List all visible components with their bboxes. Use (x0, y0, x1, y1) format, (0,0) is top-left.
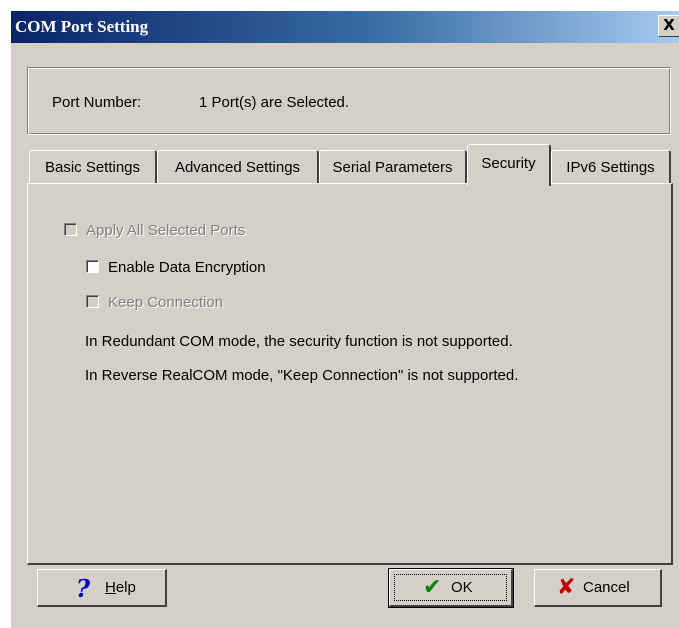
tab-label: IPv6 Settings (566, 159, 655, 176)
tab-basic-settings[interactable]: Basic Settings (29, 150, 157, 184)
checkbox-box[interactable] (86, 260, 99, 273)
com-port-setting-dialog: COM Port Setting X Port Number: 1 Port(s… (10, 10, 679, 628)
ok-button[interactable]: ✔ OK (388, 568, 514, 608)
port-number-label: Port Number: (52, 94, 142, 111)
port-number-group: Port Number: 1 Port(s) are Selected. (27, 67, 671, 135)
tab-label: Basic Settings (44, 159, 141, 176)
help-button[interactable]: ? Help (37, 569, 167, 607)
tab-label: Security (481, 155, 536, 172)
tab-advanced-settings[interactable]: Advanced Settings (157, 150, 319, 184)
cross-icon: ✘ (557, 575, 576, 600)
help-mnemonic: H (105, 579, 116, 596)
checkbox-box[interactable] (86, 295, 99, 308)
redundant-com-note: In Redundant COM mode, the security func… (85, 333, 513, 350)
ok-button-label: OK (451, 579, 473, 596)
help-button-label: Help (105, 579, 136, 596)
reverse-realcom-note: In Reverse RealCOM mode, "Keep Connectio… (85, 367, 519, 384)
security-tab-panel: Apply All Selected Ports Enable Data Enc… (27, 183, 673, 565)
title-bar[interactable]: COM Port Setting X (11, 11, 679, 43)
close-icon: X (663, 16, 675, 34)
port-number-value: 1 Port(s) are Selected. (199, 94, 350, 111)
checkbox-label: Enable Data Encryption (108, 259, 266, 276)
window-title: COM Port Setting (15, 17, 149, 36)
checkmark-icon: ✔ (423, 575, 442, 600)
tab-ipv6-settings[interactable]: IPv6 Settings (551, 150, 671, 184)
cancel-button[interactable]: ✘ Cancel (534, 569, 662, 607)
tab-security[interactable]: Security (467, 144, 551, 186)
tab-label: Advanced Settings (174, 159, 301, 176)
checkbox-label: Keep Connection (108, 294, 224, 311)
cancel-button-label: Cancel (583, 579, 630, 596)
checkbox-box[interactable] (64, 223, 77, 236)
help-label-rest: elp (115, 579, 136, 596)
tab-serial-parameters[interactable]: Serial Parameters (319, 150, 467, 184)
checkbox-label: Apply All Selected Ports (86, 222, 246, 239)
question-icon: ? (76, 574, 91, 603)
close-button[interactable]: X (658, 15, 679, 37)
tab-label: Serial Parameters (332, 159, 453, 176)
